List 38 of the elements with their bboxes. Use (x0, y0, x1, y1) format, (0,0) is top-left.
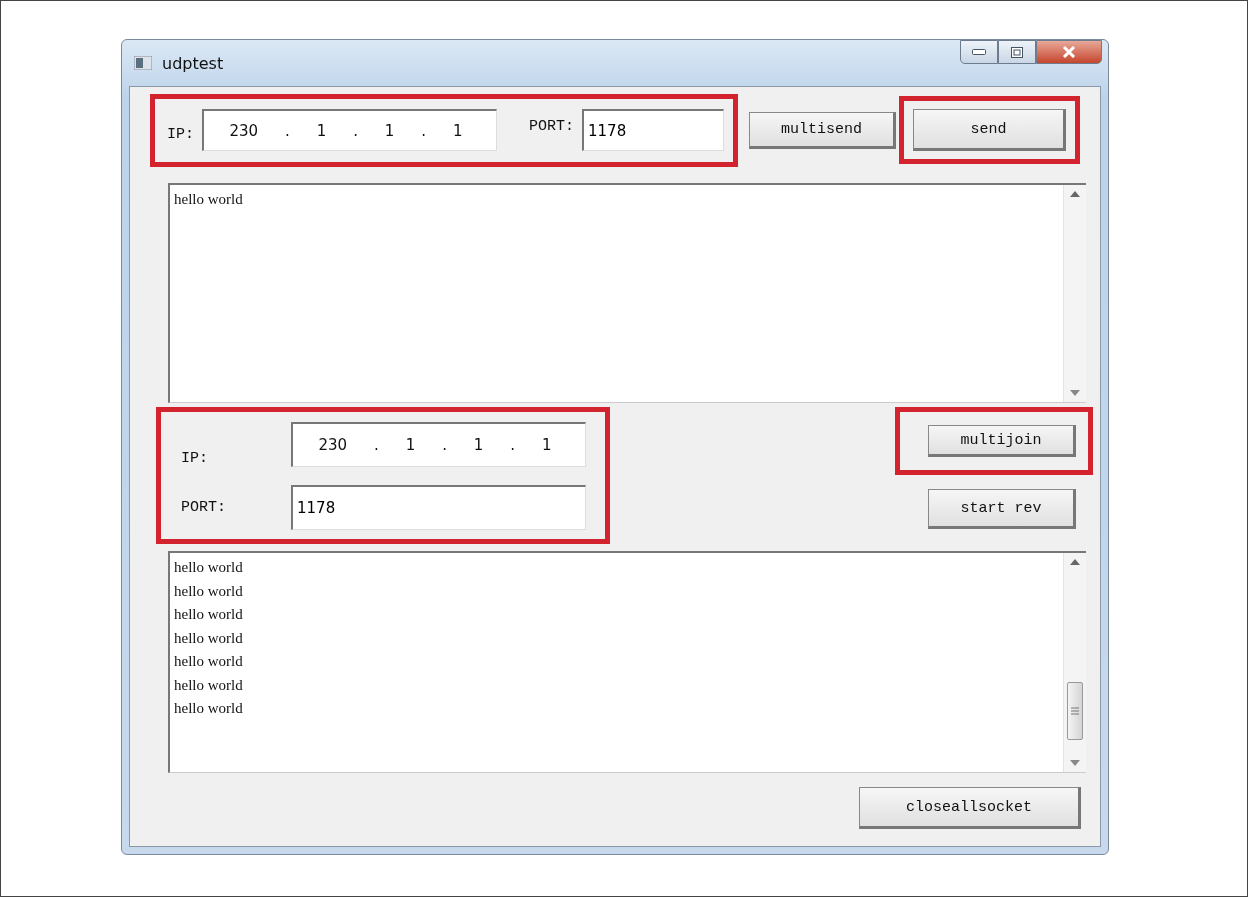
message-line: hello world (174, 652, 244, 671)
close-button[interactable] (1036, 40, 1102, 64)
ip-label: IP: (167, 125, 194, 143)
scrollbar[interactable] (1063, 185, 1086, 402)
scroll-thumb[interactable] (1067, 682, 1083, 740)
minimize-icon (972, 49, 986, 55)
maximize-icon (1011, 46, 1023, 58)
scroll-down-arrow-icon[interactable] (1070, 390, 1080, 396)
scroll-up-arrow-icon[interactable] (1070, 559, 1080, 565)
window-title: udptest (162, 53, 224, 73)
start-receive-button[interactable]: start rev (928, 489, 1076, 529)
port-label: PORT: (529, 117, 575, 135)
scrollbar[interactable] (1063, 553, 1086, 772)
scroll-up-arrow-icon[interactable] (1070, 191, 1080, 197)
ip-label: IP: (181, 449, 209, 467)
message-line: hello world (174, 190, 244, 209)
send-text-area[interactable]: hello world (168, 183, 1086, 403)
maximize-button[interactable] (998, 40, 1036, 64)
message-line: hello world (174, 605, 244, 624)
message-line: hello world (174, 581, 244, 601)
send-button[interactable]: send (913, 109, 1067, 151)
port-field[interactable]: 1178 (582, 109, 725, 151)
scroll-down-arrow-icon[interactable] (1070, 760, 1080, 766)
port-field[interactable]: 1178 (291, 484, 586, 530)
message-line: hello world (174, 675, 244, 695)
message-line: hello world (174, 699, 244, 718)
receive-text-area[interactable]: hello world hello world hello world hello world hello world hello world hello world (168, 551, 1086, 773)
multijoin-button[interactable]: multijoin (928, 425, 1076, 457)
close-all-sockets-button[interactable]: closeallsocket (859, 787, 1081, 829)
port-label: PORT: (181, 498, 227, 516)
message-line: hello world (174, 628, 244, 648)
close-icon (1062, 46, 1076, 58)
app-icon (134, 56, 152, 70)
message-line: hello world (174, 558, 244, 577)
multisend-button[interactable]: multisend (749, 111, 897, 149)
ip-address-field[interactable]: 230 . 1 . 1 . 1 (202, 109, 497, 151)
minimize-button[interactable] (960, 40, 998, 64)
ip-address-field[interactable]: 230 . 1 . 1 . 1 (291, 421, 586, 467)
